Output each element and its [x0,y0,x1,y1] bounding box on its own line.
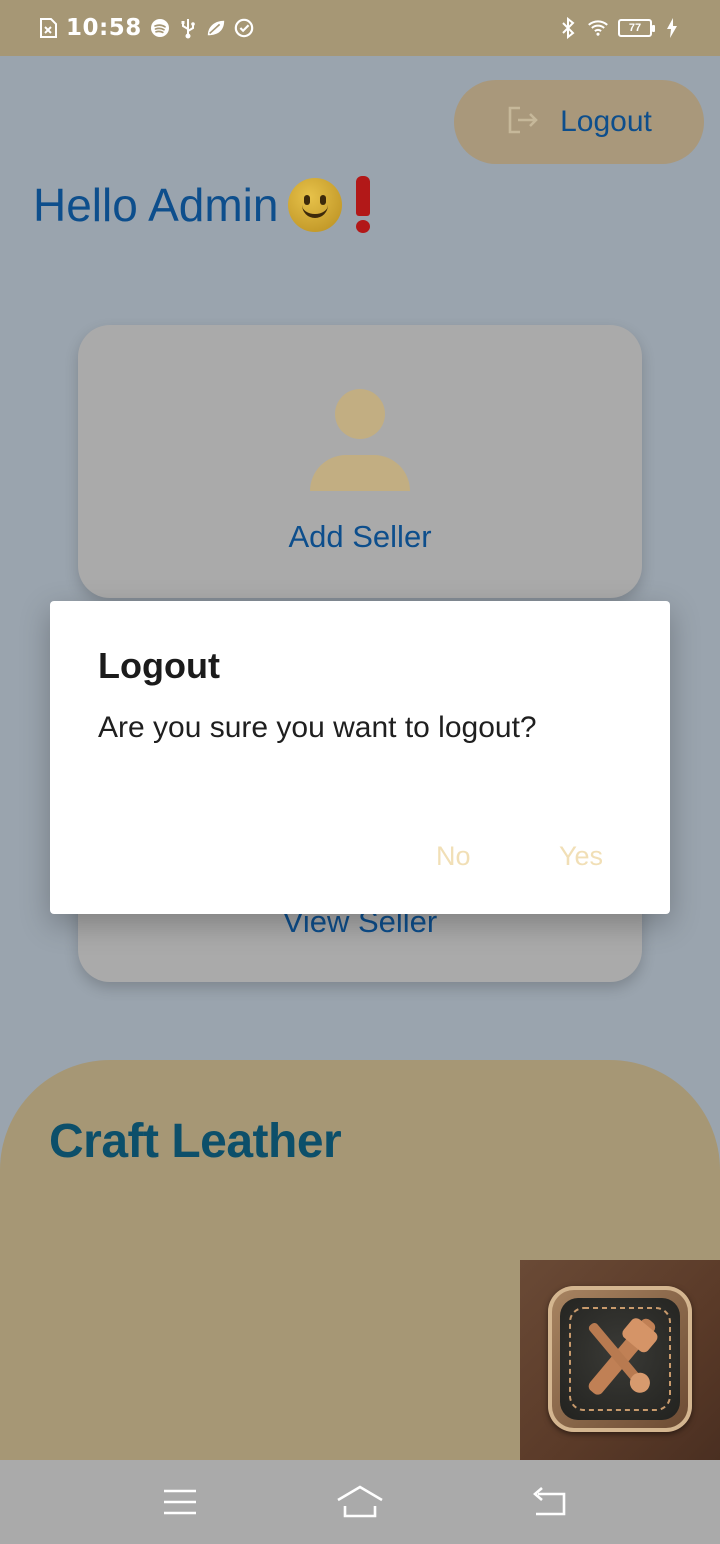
logout-icon [506,104,540,141]
logout-button[interactable]: Logout [454,80,704,164]
battery-level: 77 [628,22,642,34]
dialog-message: Are you sure you want to logout? [98,711,537,744]
brand-title: Craft Leather [49,1115,342,1168]
status-bar-right: 77 [558,0,682,56]
system-nav-bar [0,1460,720,1544]
dialog-no-button[interactable]: No [436,841,471,872]
sync-app-icon [234,18,254,38]
charging-bolt-icon [662,18,682,38]
status-bar-left: 10:58 [38,0,254,56]
add-seller-card[interactable]: Add Seller [78,325,642,598]
status-bar: 10:58 77 [0,0,720,56]
bluetooth-icon [558,17,578,39]
back-icon[interactable] [530,1486,568,1523]
greeting-text: Hello Admin [33,179,279,231]
sim-error-icon [38,18,58,38]
add-seller-label: Add Seller [288,519,432,554]
battery-icon: 77 [618,19,655,37]
leaf-app-icon [206,18,226,38]
usb-icon [178,18,198,39]
menu-icon[interactable] [163,1488,197,1521]
dialog-yes-button[interactable]: Yes [559,841,603,872]
smile-emoji-icon [288,178,343,232]
dialog-title: Logout [98,645,220,686]
person-icon [310,389,410,491]
logout-dialog: Logout Are you sure you want to logout? … [50,601,670,914]
wifi-icon [588,18,608,38]
greeting-heading: Hello Admin [33,176,374,234]
leather-tools-app-logo [520,1260,720,1460]
exclamation-emoji-icon [352,176,374,234]
spotify-icon [150,18,170,38]
status-time: 10:58 [66,15,142,41]
home-icon[interactable] [336,1484,384,1523]
logout-button-label: Logout [560,105,652,138]
